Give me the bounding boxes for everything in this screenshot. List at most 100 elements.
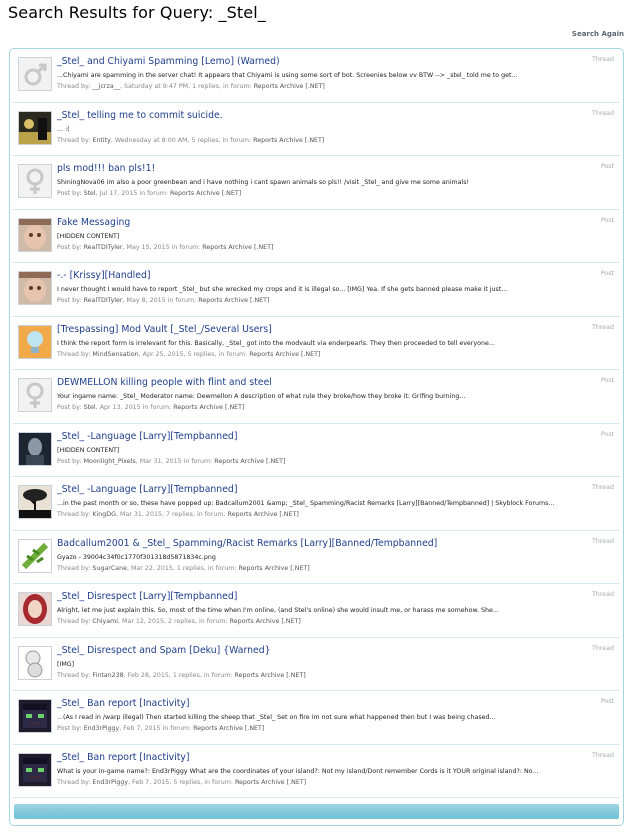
- forum-link[interactable]: Reports Archive [.NET]: [254, 83, 325, 90]
- meta-details: , Feb 7, 2015 in forum:: [119, 725, 192, 732]
- result-title-link[interactable]: DEWMELLON killing people with flint and …: [57, 377, 272, 388]
- author-link[interactable]: __jcrza__: [92, 83, 120, 90]
- forum-link[interactable]: Reports Archive [.NET]: [228, 511, 299, 518]
- result-title-link[interactable]: pls mod!!! ban pls!1!: [57, 163, 155, 174]
- result-meta: Thread by: Entity, Wednesday at 8:00 AM,…: [57, 137, 324, 144]
- user-avatar[interactable]: [18, 645, 52, 680]
- result-title-link[interactable]: _Stel_ Ban report [Inactivity]: [57, 752, 190, 763]
- search-again-link[interactable]: Search Again: [572, 30, 624, 38]
- author-link[interactable]: RealTDITyler: [84, 244, 123, 251]
- result-snippet: ...in the past month or so, these have p…: [57, 500, 555, 507]
- author-link[interactable]: End3rPiggy: [84, 725, 120, 732]
- sugarcane-avatar: [19, 539, 51, 572]
- forum-link[interactable]: Reports Archive [.NET]: [202, 244, 273, 251]
- result-snippet: [HIDDEN CONTENT]: [57, 232, 120, 240]
- user-avatar[interactable]: [18, 752, 52, 787]
- result-title-link[interactable]: _Stel_ Disrespect [Larry][Tempbanned]: [57, 591, 237, 602]
- author-link[interactable]: Chiyami: [92, 618, 118, 625]
- result-meta: Thread by: Chiyami, Mar 12, 2015, 2 repl…: [57, 618, 301, 625]
- forum-link[interactable]: Reports Archive [.NET]: [230, 618, 301, 625]
- result-title-link[interactable]: _Stel_ -Language [Larry][Tempbanned]: [57, 484, 237, 495]
- pixel-skin-avatar: [19, 700, 51, 732]
- search-result-item: -.- [Krissy][Handled] I never thought I w…: [13, 263, 620, 317]
- search-result-item: Badcallum2001 & _Stel_ Spamming/Racist R…: [13, 531, 620, 584]
- search-result-item: [Trespassing] Mod Vault [_Stel_/Several …: [13, 317, 620, 370]
- female-symbol-icon: [19, 165, 51, 197]
- author-link[interactable]: RealTDITyler: [84, 297, 123, 304]
- user-avatar[interactable]: [18, 485, 52, 519]
- user-avatar[interactable]: [18, 324, 52, 359]
- forum-link[interactable]: Reports Archive [.NET]: [235, 779, 306, 786]
- search-result-item: _Stel_ and Chiyami Spamming [Lemo] (Warn…: [13, 49, 620, 103]
- result-title-link[interactable]: _Stel_ and Chiyami Spamming [Lemo] (Warn…: [57, 56, 280, 67]
- meta-prefix: Thread by:: [57, 618, 91, 625]
- face-photo-avatar: [19, 272, 51, 304]
- content-type-label: Post: [600, 163, 614, 170]
- search-result-item: pls mod!!! ban pls!1! ShiningNova06 im al…: [13, 156, 620, 210]
- meta-prefix: Thread by:: [57, 350, 91, 358]
- author-link[interactable]: Stel: [84, 190, 96, 197]
- result-meta: Thread by: MindSensation, Apr 25, 2015, …: [57, 351, 320, 358]
- result-meta: Thread by: Fintan238, Feb 28, 2015, 1 re…: [57, 672, 306, 679]
- user-avatar[interactable]: [18, 431, 52, 466]
- user-avatar[interactable]: [18, 57, 52, 91]
- author-link[interactable]: End3rPiggy: [92, 779, 128, 786]
- search-result-item: _Stel_ -Language [Larry][Tempbanned] ...i…: [13, 477, 620, 531]
- forum-link[interactable]: Reports Archive [.NET]: [193, 725, 264, 732]
- dark-portrait-avatar: [19, 432, 51, 465]
- result-title-link[interactable]: -.- [Krissy][Handled]: [57, 270, 151, 281]
- result-snippet: Your ingame name: _Stel_ Moderator name:…: [57, 393, 466, 400]
- result-title-link[interactable]: _Stel_ Disrespect and Spam [Deku] {Warne…: [57, 645, 271, 656]
- user-avatar[interactable]: [18, 217, 52, 252]
- meta-details: , Wednesday at 8:00 AM, 5 replies, in fo…: [110, 136, 252, 144]
- author-link[interactable]: KingDG: [92, 511, 116, 518]
- results-count-text: Showing results 1 to 14 of 14: [22, 807, 115, 814]
- search-result-item: _Stel_ Ban report [Inactivity] ...(As I r…: [13, 691, 620, 745]
- content-type-label: Thread: [591, 644, 614, 652]
- author-link[interactable]: Entity: [92, 137, 110, 144]
- user-avatar[interactable]: [18, 592, 52, 626]
- result-snippet: ... :(: [57, 125, 70, 133]
- search-result-item: Fake Messaging [HIDDEN CONTENT] Post by: R…: [13, 210, 620, 263]
- forum-link[interactable]: Reports Archive [.NET]: [198, 297, 269, 304]
- forum-link[interactable]: Reports Archive [.NET]: [214, 458, 285, 465]
- result-title-link[interactable]: _Stel_ telling me to commit suicide.: [57, 110, 223, 121]
- author-link[interactable]: MindSensation: [92, 351, 138, 358]
- forum-link[interactable]: Reports Archive [.NET]: [249, 351, 320, 358]
- tree-sunset-avatar: [19, 486, 51, 518]
- search-result-item: _Stel_ Ban report [Inactivity] What is yo…: [13, 745, 620, 798]
- author-link[interactable]: Moonlight_Pixels: [84, 458, 136, 465]
- result-meta: Post by: Stel, Jul 17, 2015 in forum: Re…: [57, 190, 241, 197]
- user-avatar[interactable]: [18, 699, 52, 733]
- result-snippet: [IMG]: [57, 660, 75, 668]
- search-result-item: _Stel_ Disrespect [Larry][Tempbanned] Alr…: [13, 584, 620, 638]
- result-title-link[interactable]: _Stel_ Ban report [Inactivity]: [57, 698, 190, 709]
- result-title-link[interactable]: [Trespassing] Mod Vault [_Stel_/Several …: [57, 324, 272, 335]
- results-footer-bar: Showing results 1 to 14 of 14: [14, 804, 619, 819]
- result-title-link[interactable]: Badcallum2001 & _Stel_ Spamming/Racist R…: [57, 538, 437, 549]
- result-meta: Thread by: __jcrza__, Saturday at 9:47 P…: [57, 83, 325, 90]
- forum-link[interactable]: Reports Archive [.NET]: [173, 404, 244, 411]
- meta-prefix: Post by:: [57, 243, 82, 251]
- user-avatar[interactable]: [18, 164, 52, 198]
- forum-link[interactable]: Reports Archive [.NET]: [239, 565, 310, 572]
- author-link[interactable]: Stel: [84, 404, 96, 411]
- result-title-link[interactable]: _Stel_ -Language [Larry][Tempbanned]: [57, 431, 237, 442]
- user-avatar[interactable]: [18, 110, 52, 145]
- forum-link[interactable]: Reports Archive [.NET]: [253, 137, 324, 144]
- user-avatar[interactable]: [18, 378, 52, 412]
- result-snippet: ...(As I read in /warp illegal) Then sta…: [57, 714, 496, 721]
- user-avatar[interactable]: [18, 271, 52, 305]
- forum-link[interactable]: Reports Archive [.NET]: [235, 672, 306, 679]
- forum-link[interactable]: Reports Archive [.NET]: [170, 190, 241, 197]
- result-snippet: What is your in-game name?: End3rPiggy W…: [57, 767, 539, 775]
- user-avatar[interactable]: [18, 538, 52, 573]
- result-meta: Thread by: SugarCane, Mar 22, 2015, 1 re…: [57, 565, 310, 572]
- author-link[interactable]: Fintan238: [92, 672, 123, 679]
- result-snippet: I never thought I would have to report _…: [57, 286, 508, 293]
- result-snippet: ...Chiyami are spamming in the server ch…: [57, 72, 518, 79]
- result-title-link[interactable]: Fake Messaging: [57, 217, 130, 228]
- search-result-item: _Stel_ -Language [Larry][Tempbanned] [HID…: [13, 424, 620, 477]
- result-snippet: [HIDDEN CONTENT]: [57, 446, 120, 454]
- author-link[interactable]: SugarCane: [92, 565, 127, 572]
